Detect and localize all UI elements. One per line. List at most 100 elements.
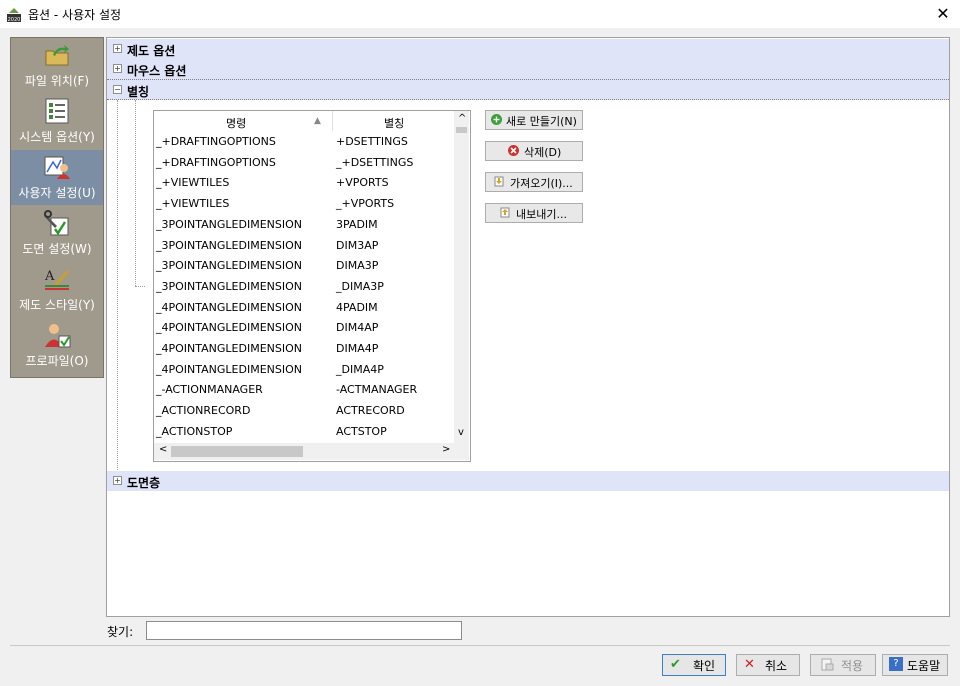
nav-item-drafting-style[interactable]: A 제도 스타일(Y) <box>11 262 103 317</box>
alias-command-cell: _-ACTIONMANAGER <box>156 383 263 397</box>
expand-icon[interactable]: + <box>113 476 122 485</box>
alias-row[interactable]: _+VIEWTILES _+VPORTS <box>154 194 454 214</box>
alias-name-cell: 4PADIM <box>336 300 378 314</box>
sort-ascending-icon: ▲ <box>314 116 321 126</box>
button-label: 도움말 <box>907 659 941 673</box>
alias-name-cell: 3PADIM <box>336 217 378 231</box>
group-layers[interactable]: + 도면층 <box>107 471 949 491</box>
close-icon: ✕ <box>936 4 950 23</box>
column-separator[interactable] <box>332 111 333 131</box>
apply-button[interactable]: 적용 <box>810 654 876 676</box>
alias-row[interactable]: _ACTIONRECORD ACTRECORD <box>154 401 454 421</box>
nav-item-system-options[interactable]: 시스템 옵션(Y) <box>11 94 103 149</box>
close-button[interactable]: ✕ <box>928 2 958 26</box>
alias-row[interactable]: _-ACTIONMANAGER -ACTMANAGER <box>154 380 454 400</box>
alias-command-cell: _4POINTANGLEDIMENSION <box>156 362 302 376</box>
alias-row[interactable]: _4POINTANGLEDIMENSION _DIMA4P <box>154 360 454 380</box>
button-label: 취소 <box>765 659 788 673</box>
apply-icon <box>821 658 834 671</box>
nav-item-profile[interactable]: 프로파일(O) <box>11 318 103 373</box>
vertical-scrollbar[interactable]: ^ v <box>454 111 469 443</box>
alias-row[interactable]: _+VIEWTILES +VPORTS <box>154 173 454 193</box>
alias-command-cell: _+DRAFTINGOPTIONS <box>156 135 276 148</box>
cancel-button[interactable]: ✕ 취소 <box>736 654 800 676</box>
alias-row[interactable]: _3POINTANGLEDIMENSION _DIMA3P <box>154 277 454 297</box>
import-alias-button[interactable]: 가져오기(I)... <box>485 172 583 192</box>
scrollbar-thumb[interactable] <box>456 127 467 133</box>
button-label: 새로 만들기(N) <box>506 115 577 128</box>
scroll-right-icon[interactable]: > <box>442 444 450 455</box>
divider <box>10 645 950 646</box>
nav-item-file-locations[interactable]: 파일 위치(F) <box>11 38 103 93</box>
alias-row[interactable]: _4POINTANGLEDIMENSION DIM4AP <box>154 318 454 338</box>
expand-icon[interactable]: + <box>113 44 122 53</box>
expand-icon[interactable]: + <box>113 64 122 73</box>
plus-icon <box>491 114 502 125</box>
nav-item-label: 도면 설정(W) <box>22 242 92 256</box>
nav-item-label: 파일 위치(F) <box>24 74 90 88</box>
nav-item-label: 시스템 옵션(Y) <box>19 130 95 144</box>
group-mouse-options[interactable]: + 마우스 옵션 <box>107 59 949 79</box>
search-label: 찾기: <box>107 625 134 639</box>
horizontal-scrollbar[interactable]: < > <box>154 443 469 460</box>
tree-guide-line <box>135 286 145 287</box>
options-nav-panel: 파일 위치(F) 시스템 옵션(Y) 사용자 설정(U) 도면 설정(W) A <box>10 37 104 378</box>
alias-name-cell: _DIMA3P <box>336 279 384 293</box>
scroll-up-icon[interactable]: ^ <box>458 113 466 124</box>
alias-command-cell: _3POINTANGLEDIMENSION <box>156 238 302 252</box>
column-header-alias[interactable]: 별칭 <box>384 115 404 131</box>
alias-command-cell: _ACTIONRECORD <box>156 404 251 418</box>
alias-name-cell: _DIMA4P <box>336 362 384 376</box>
button-label: 삭제(D) <box>524 146 562 159</box>
help-icon: ? <box>889 657 903 671</box>
alias-row[interactable]: _+DRAFTINGOPTIONS _+DSETTINGS <box>154 153 454 173</box>
settings-panel: + 제도 옵션 + 마우스 옵션 − 별칭 명령 ▲ 별칭 _+DRAFTING… <box>106 37 950 617</box>
delete-alias-button[interactable]: 삭제(D) <box>485 141 583 161</box>
alias-name-cell: ACTSTOP <box>336 424 387 438</box>
scrollbar-thumb[interactable] <box>171 446 303 457</box>
checklist-icon <box>45 98 69 124</box>
user-settings-icon <box>44 156 70 179</box>
alias-name-cell: _+DSETTINGS <box>336 155 414 169</box>
alias-command-cell: _3POINTANGLEDIMENSION <box>156 279 302 293</box>
alias-command-cell: _4POINTANGLEDIMENSION <box>156 300 302 314</box>
nav-item-user-settings[interactable]: 사용자 설정(U) <box>11 150 103 205</box>
alias-command-cell: _+VIEWTILES <box>156 197 230 211</box>
nav-item-label: 사용자 설정(U) <box>18 186 96 200</box>
scroll-left-icon[interactable]: < <box>159 444 167 455</box>
alias-row[interactable]: _ACTIONSTOP ACTSTOP <box>154 422 454 442</box>
drawing-settings-icon <box>44 210 69 236</box>
new-alias-button[interactable]: 새로 만들기(N) <box>485 110 583 130</box>
alias-command-cell: _3POINTANGLEDIMENSION <box>156 259 302 273</box>
alias-row[interactable]: _3POINTANGLEDIMENSION DIM3AP <box>154 236 454 256</box>
alias-row[interactable]: _4POINTANGLEDIMENSION 4PADIM <box>154 298 454 318</box>
alias-name-cell: DIMA4P <box>336 342 379 355</box>
nav-item-drawing-settings[interactable]: 도면 설정(W) <box>11 206 103 261</box>
alias-row[interactable]: _4POINTANGLEDIMENSION DIMA4P <box>154 339 454 359</box>
group-label: 마우스 옵션 <box>127 64 187 78</box>
alias-row[interactable]: _3POINTANGLEDIMENSION DIMA3P <box>154 256 454 276</box>
group-alias[interactable]: − 별칭 <box>107 79 949 100</box>
button-label: 내보내기... <box>516 208 567 221</box>
column-header-command[interactable]: 명령 <box>226 115 246 131</box>
group-label: 도면층 <box>127 476 161 490</box>
export-alias-button[interactable]: 내보내기... <box>485 203 583 223</box>
collapse-icon[interactable]: − <box>113 85 122 94</box>
scroll-down-icon[interactable]: v <box>458 427 464 438</box>
help-button[interactable]: ? 도움말 <box>882 654 948 676</box>
drafting-style-icon: A <box>44 269 69 290</box>
export-icon <box>500 207 510 218</box>
alias-name-cell: +VPORTS <box>336 176 389 190</box>
cancel-icon: ✕ <box>744 657 755 672</box>
ok-button[interactable]: ✔ 확인 <box>662 654 726 676</box>
alias-name-cell: DIM4AP <box>336 321 379 335</box>
title-bar: 2020 옵션 - 사용자 설정 ✕ <box>0 0 960 28</box>
search-input[interactable] <box>146 621 462 640</box>
alias-command-cell: _3POINTANGLEDIMENSION <box>156 217 302 231</box>
alias-row[interactable]: _3POINTANGLEDIMENSION 3PADIM <box>154 215 454 235</box>
alias-row[interactable]: _+DRAFTINGOPTIONS +DSETTINGS <box>154 132 454 152</box>
group-drafting-options[interactable]: + 제도 옵션 <box>107 39 949 59</box>
alias-list[interactable]: 명령 ▲ 별칭 _+DRAFTINGOPTIONS +DSETTINGS _+DRA… <box>153 110 471 462</box>
tree-guide-line <box>135 100 136 286</box>
alias-command-cell: _4POINTANGLEDIMENSION <box>156 342 302 355</box>
